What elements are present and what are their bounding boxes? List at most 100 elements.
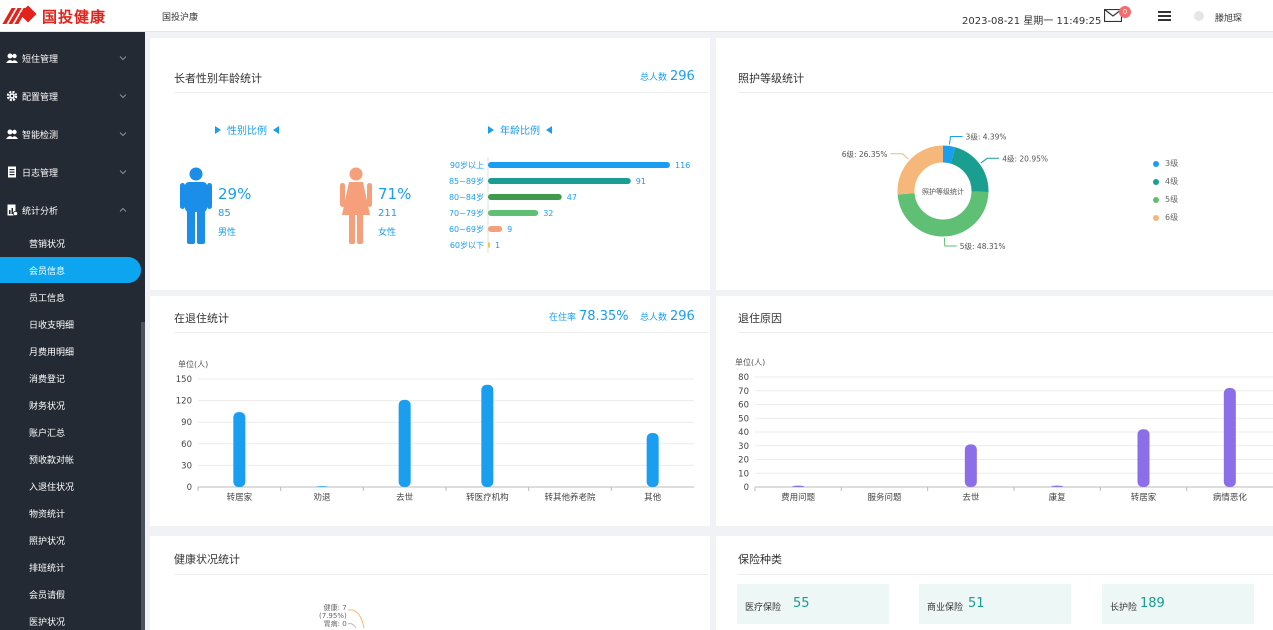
y-tick-label: 90 <box>181 418 192 428</box>
sidebar-item-prepaid-reconcile[interactable]: 预收款对帐 <box>0 446 141 472</box>
sidebar-item-account-summary[interactable]: 账户汇总 <box>0 419 141 445</box>
sidebar-item-member-info[interactable]: 会员信息 <box>0 257 141 283</box>
sidebar-item-label: 照护状况 <box>29 537 66 547</box>
sidebar-item-leave[interactable]: 会员请假 <box>0 581 141 607</box>
gear-icon <box>6 90 18 102</box>
people-icon <box>6 129 18 139</box>
username[interactable]: 滕旭琛 <box>1215 11 1242 24</box>
sidebar-item-supplies[interactable]: 物资统计 <box>0 500 141 526</box>
legend-label: 6级 <box>1165 213 1179 222</box>
residency-panel-title: 在退住统计 <box>174 312 229 325</box>
sidebar-item-label: 排班统计 <box>29 564 66 574</box>
divider <box>738 92 1273 93</box>
people-icon <box>6 53 18 63</box>
donut-slice-label: 6级: 26.35% <box>842 149 888 159</box>
document-icon <box>8 166 16 178</box>
sidebar-item-monthly-detail[interactable]: 月费用明细 <box>0 338 141 364</box>
chevron-down-icon <box>119 132 127 137</box>
checkout-reason-bar-chart: 单位(人) 0 10 20 30 40 50 60 70 80 费用问题 服务问题 去世 康复 转居家 病情恶… <box>735 357 1273 503</box>
sidebar-item-consumption[interactable]: 消费登记 <box>0 365 141 391</box>
chevron-down-icon <box>119 94 127 99</box>
x-tick-label: 费用问题 <box>781 492 816 503</box>
insurance-label: 医疗保险 <box>745 603 782 613</box>
age-bar <box>488 178 631 184</box>
sidebar-item-label: 账户汇总 <box>29 429 66 439</box>
y-tick-label: 0 <box>187 483 192 493</box>
age-bar <box>488 226 503 232</box>
age-bar <box>488 194 562 200</box>
sidebar-item-medical[interactable]: 医护状况 <box>0 608 141 630</box>
total-label: 总人数 <box>640 73 668 83</box>
insurance-value: 189 <box>1140 596 1165 611</box>
sidebar-item-checkin-status[interactable]: 入退住状况 <box>0 473 141 499</box>
age-bar-label: 60~69岁 <box>449 224 484 234</box>
sidebar-item-care-status[interactable]: 照护状况 <box>0 527 141 553</box>
sidebar-group-detection[interactable]: 智能检测 <box>0 119 141 149</box>
donut-leader-line <box>980 157 1000 164</box>
sidebar-group-label: 统计分析 <box>22 206 59 217</box>
donut-leader-line <box>948 136 963 145</box>
gender-heading: 性别比例 <box>215 122 279 137</box>
sidebar-item-schedule[interactable]: 排班统计 <box>0 554 141 580</box>
age-bar-label: 90岁以上 <box>450 160 484 170</box>
x-tick-label: 转其他养老院 <box>544 492 596 503</box>
bar <box>1223 388 1236 487</box>
sidebar-item-finance[interactable]: 财务状况 <box>0 392 141 418</box>
datetime-display: 2023-08-21 星期一 11:49:25 <box>962 16 1102 27</box>
bar <box>1137 429 1150 487</box>
sidebar-item-label: 员工信息 <box>29 294 66 304</box>
total-label: 总人数 <box>640 313 668 323</box>
sidebar-item-staff-info[interactable]: 员工信息 <box>0 284 141 310</box>
male-person-icon <box>180 167 212 244</box>
sidebar-item-label: 消费登记 <box>29 375 66 385</box>
legend-item-level4[interactable]: 4级 <box>1153 176 1178 187</box>
sidebar-group-config[interactable]: 配置管理 <box>0 81 141 111</box>
care-level-donut-chart: 3级: 4.39% 4级: 20.95% 5级: 48.31% 6级: 26.35% 照… <box>842 132 1048 251</box>
logo[interactable]: 国投健康 <box>0 0 145 32</box>
bar <box>792 485 805 487</box>
sidebar-item-label: 入退住状况 <box>29 483 75 493</box>
elderly-total: 总人数 296 <box>640 69 695 84</box>
elderly-panel-title: 长者性别年龄统计 <box>174 72 262 85</box>
x-tick-label: 转医疗机构 <box>466 492 509 503</box>
legend-item-level3[interactable]: 3级 <box>1153 158 1178 169</box>
sidebar-group-log[interactable]: 日志管理 <box>0 157 141 187</box>
y-tick-label: 10 <box>738 469 749 479</box>
insurance-label: 商业保险 <box>927 603 964 613</box>
legend-item-level6[interactable]: 6级 <box>1153 212 1178 223</box>
x-tick-label: 康复 <box>1049 492 1067 503</box>
sidebar-item-daily-detail[interactable]: 日收支明细 <box>0 311 141 337</box>
divider <box>174 92 708 93</box>
chevron-down-icon <box>119 56 127 61</box>
age-bar-value: 9 <box>507 225 512 234</box>
age-bar-value: 116 <box>675 161 690 170</box>
donut-leader-line <box>890 153 909 160</box>
legend-item-level5[interactable]: 5级 <box>1153 194 1178 205</box>
x-tick-label: 转居家 <box>1131 492 1157 503</box>
divider <box>174 574 708 575</box>
sidebar: 短住管理 配置管理 智能检测 日志管理 统计分析 营销状况 会员信息 员工信息 … <box>0 32 145 630</box>
insurance-label: 长护险 <box>1110 603 1138 613</box>
male-percent: 29% <box>218 185 252 203</box>
total-value: 296 <box>670 309 695 324</box>
avatar[interactable] <box>1194 11 1204 21</box>
donut-leader-line <box>943 237 957 247</box>
sidebar-group-statistics[interactable]: 统计分析 <box>0 195 141 225</box>
y-tick-label: 80 <box>738 373 749 383</box>
age-bar-label: 80~84岁 <box>449 192 484 202</box>
y-tick-label: 50 <box>738 414 749 424</box>
sidebar-group-label: 配置管理 <box>22 92 59 103</box>
menu-list-icon[interactable] <box>1158 11 1171 21</box>
health-pie-leader-lines <box>347 609 365 629</box>
y-tick-label: 120 <box>176 397 192 407</box>
sidebar-scrollbar[interactable] <box>141 322 145 630</box>
sidebar-item-label: 物资统计 <box>29 510 66 520</box>
health-label: (7.95%) <box>319 612 347 620</box>
sidebar-item-marketing[interactable]: 营销状况 <box>0 230 141 256</box>
divider <box>174 332 708 333</box>
arrow-left-icon <box>273 125 279 134</box>
divider <box>738 332 1273 333</box>
chevron-down-icon <box>119 170 127 175</box>
residency-rate: 在住率 78.35% <box>549 309 629 324</box>
sidebar-group-short-stay[interactable]: 短住管理 <box>0 43 141 73</box>
